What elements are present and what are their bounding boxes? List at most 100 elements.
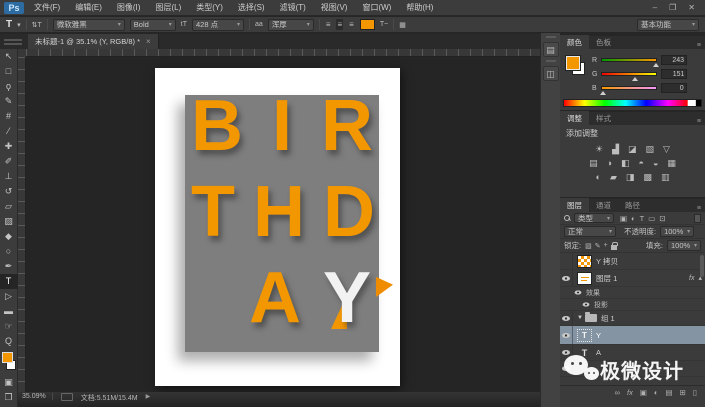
tab-channels[interactable]: 通道 xyxy=(589,198,618,212)
tab-swatches[interactable]: 色板 xyxy=(589,35,618,49)
anti-alias-select[interactable]: 浑厚 ▾ xyxy=(267,18,314,31)
visibility-toggle[interactable] xyxy=(560,326,573,344)
align-right-icon[interactable]: ≡ xyxy=(348,19,355,30)
document-tab[interactable]: 未标题-1 @ 35.1% (Y, RGB/8) * × xyxy=(28,34,159,49)
layer-row-y-copy[interactable]: Y 拷贝 xyxy=(560,253,705,270)
panel-menu-icon[interactable]: ≡ xyxy=(697,42,705,49)
green-slider-handle[interactable] xyxy=(632,77,639,81)
tab-paths[interactable]: 路径 xyxy=(618,198,647,212)
group-disclosure-icon[interactable]: ▼ xyxy=(577,315,583,321)
lock-transparent-icon[interactable]: ▨ xyxy=(585,242,592,250)
menu-help[interactable]: 帮助(H) xyxy=(406,2,433,13)
filter-smart-object-icon[interactable]: ⊡ xyxy=(659,214,665,223)
zoom-tool[interactable]: Q xyxy=(0,334,18,349)
tab-color[interactable]: 颜色 xyxy=(560,35,589,49)
eye-icon[interactable] xyxy=(582,302,590,307)
warp-text-icon[interactable]: T~ xyxy=(380,21,388,28)
minimize-button[interactable]: – xyxy=(653,3,657,12)
color-spectrum-ramp[interactable] xyxy=(563,99,702,107)
toolbar-collapse-grip[interactable] xyxy=(4,39,22,45)
tab-adjustments[interactable]: 调整 xyxy=(560,111,589,125)
brush-tool[interactable]: ✐ xyxy=(0,154,18,169)
healing-brush-tool[interactable]: ✚ xyxy=(0,139,18,154)
filter-type-select[interactable]: 类型 ▾ xyxy=(574,213,614,223)
eraser-tool[interactable]: ▱ xyxy=(0,199,18,214)
font-size-select[interactable]: 428 点 ▾ xyxy=(192,18,245,31)
black-white-icon[interactable]: ◧ xyxy=(621,158,630,169)
color-balance-icon[interactable]: ◑ xyxy=(607,158,612,169)
effects-row[interactable]: 效果 xyxy=(560,287,705,299)
blend-mode-select[interactable]: 正常 ▾ xyxy=(564,226,616,237)
green-slider[interactable] xyxy=(601,72,658,81)
blue-slider-handle[interactable] xyxy=(599,91,606,95)
group-row[interactable]: ▼ 组 1 xyxy=(560,311,705,326)
threshold-icon[interactable]: ◨ xyxy=(626,172,635,183)
blur-tool[interactable]: ◆ xyxy=(0,229,18,244)
opacity-select[interactable]: 100% ▾ xyxy=(660,226,695,237)
marquee-tool[interactable]: □ xyxy=(0,64,18,79)
text-color-swatch[interactable] xyxy=(359,19,375,30)
visibility-toggle[interactable] xyxy=(560,270,573,286)
screen-mode-button[interactable]: ❐ xyxy=(0,390,18,405)
dodge-tool[interactable]: ○ xyxy=(0,244,18,259)
invert-icon[interactable]: ◐ xyxy=(596,172,601,183)
crop-tool[interactable]: # xyxy=(0,109,18,124)
menu-file[interactable]: 文件(F) xyxy=(34,2,60,13)
eye-icon[interactable] xyxy=(574,290,582,295)
layer-thumbnail[interactable] xyxy=(577,271,592,285)
status-arrow-icon[interactable]: ▶ xyxy=(146,393,151,400)
hue-saturation-icon[interactable]: ▤ xyxy=(589,158,598,169)
menu-filter[interactable]: 滤镜(T) xyxy=(280,2,306,13)
filter-adjustment-layers-icon[interactable]: ◐ xyxy=(631,214,636,223)
toggle-panels-icon[interactable]: ▦ xyxy=(399,21,406,29)
blue-value[interactable]: 0 xyxy=(660,83,687,93)
layer-row-y-selected[interactable]: T Y xyxy=(560,326,705,345)
lock-pixels-icon[interactable]: ✎ xyxy=(595,242,601,250)
close-tab-icon[interactable]: × xyxy=(146,37,151,46)
red-slider[interactable] xyxy=(601,58,660,67)
levels-icon[interactable]: ▟ xyxy=(612,144,619,155)
filter-toggle-switch[interactable] xyxy=(694,213,701,223)
menu-view[interactable]: 视图(V) xyxy=(321,2,348,13)
panel-menu-icon[interactable]: ≡ xyxy=(697,205,705,212)
visibility-toggle[interactable] xyxy=(560,253,573,269)
exposure-icon[interactable]: ▧ xyxy=(646,144,655,155)
layers-scrollbar[interactable] xyxy=(700,255,704,277)
panel-menu-icon[interactable]: ≡ xyxy=(697,118,705,125)
workspace-select[interactable]: 基本功能 ▾ xyxy=(637,18,699,31)
font-style-select[interactable]: Bold ▾ xyxy=(129,18,176,31)
menu-select[interactable]: 选择(S) xyxy=(238,2,265,13)
path-selection-tool[interactable]: ▷ xyxy=(0,289,18,304)
align-left-icon[interactable]: ≡ xyxy=(325,19,332,30)
history-brush-tool[interactable]: ↺ xyxy=(0,184,18,199)
text-layer-thumbnail[interactable]: T xyxy=(577,328,592,342)
menu-window[interactable]: 窗口(W) xyxy=(362,2,391,13)
filter-type-layers-icon[interactable]: T xyxy=(640,214,645,223)
channel-mixer-icon[interactable]: ◒ xyxy=(653,158,658,169)
posterize-icon[interactable]: ▰ xyxy=(610,172,617,183)
clone-stamp-tool[interactable]: ⊥ xyxy=(0,169,18,184)
drop-shadow-row[interactable]: 投影 xyxy=(560,299,705,311)
tab-styles[interactable]: 样式 xyxy=(589,111,618,125)
shape-tool[interactable]: ▬ xyxy=(0,304,18,319)
lasso-tool[interactable]: ϙ xyxy=(0,79,18,94)
red-value[interactable]: 243 xyxy=(661,55,688,65)
move-tool[interactable]: ↖ xyxy=(0,49,18,64)
foreground-color-swatch[interactable] xyxy=(565,55,581,71)
menu-layer[interactable]: 图层(L) xyxy=(155,2,181,13)
foreground-color-swatch[interactable] xyxy=(1,352,13,363)
text-orientation-icon[interactable]: ⇅T xyxy=(32,21,42,29)
quick-selection-tool[interactable]: ✎ xyxy=(0,94,18,109)
layer-thumbnail[interactable] xyxy=(577,254,592,268)
font-family-select[interactable]: 微软雅黑 ▾ xyxy=(52,18,125,31)
maximize-button[interactable]: ❐ xyxy=(669,3,676,12)
gradient-tool[interactable]: ▨ xyxy=(0,214,18,229)
lock-all-icon[interactable] xyxy=(610,241,618,250)
blue-slider[interactable] xyxy=(599,86,657,95)
tool-preset-dropdown-icon[interactable]: ▾ xyxy=(17,21,21,29)
type-tool[interactable]: T xyxy=(0,274,18,289)
photo-filter-icon[interactable]: ◓ xyxy=(639,158,644,169)
history-panel-icon[interactable]: ▤ xyxy=(542,42,559,57)
vibrance-icon[interactable]: ▽ xyxy=(663,144,670,155)
layer-row-layer1[interactable]: 图层 1 fx ▴ xyxy=(560,270,705,287)
